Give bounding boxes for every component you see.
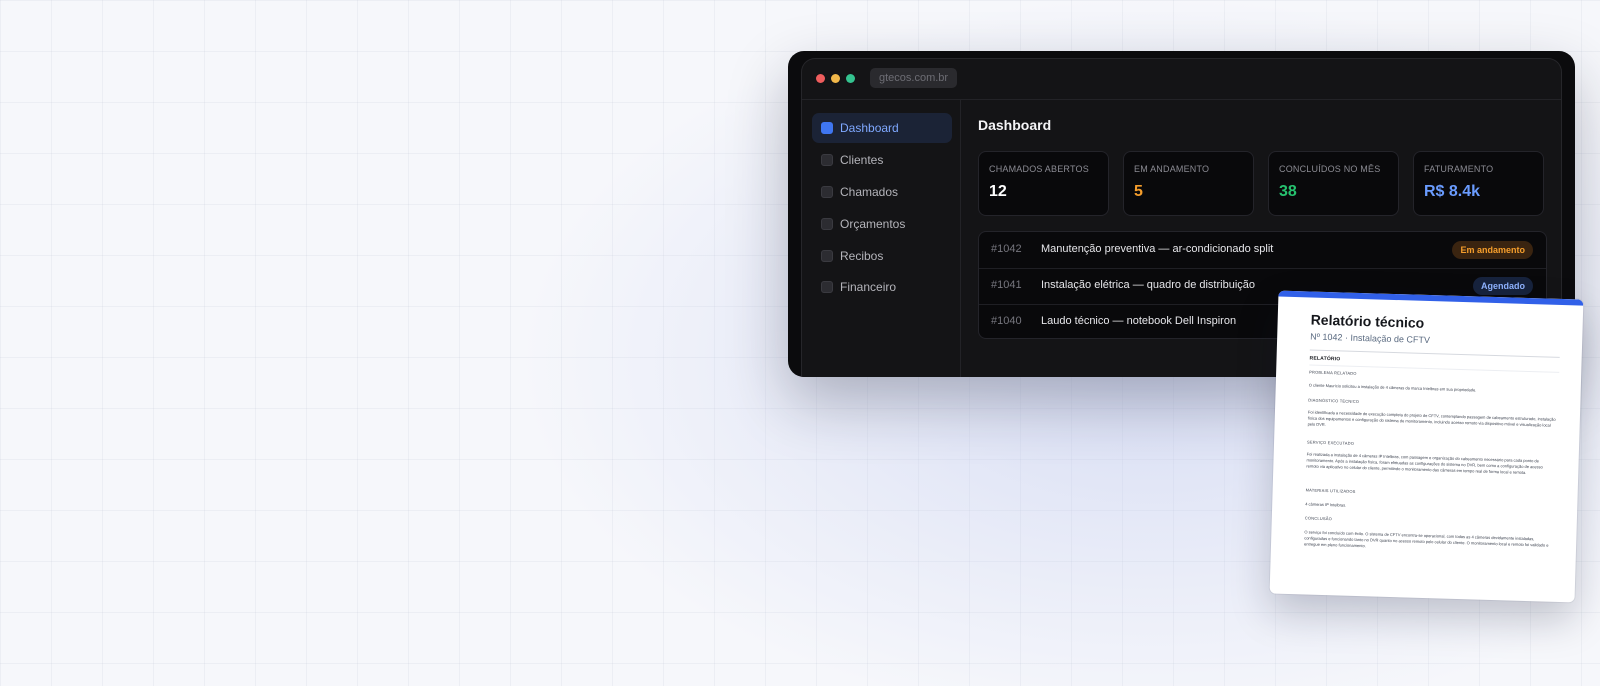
stat-label: CHAMADOS ABERTOS	[989, 164, 1089, 174]
ticket-id: #1042	[991, 243, 1022, 255]
stat-card-concluidos-no-mes: CONCLUÍDOS NO MÊS 38	[1268, 151, 1399, 216]
report-block-heading: MATERIAIS UTILIZADOS	[1305, 487, 1356, 494]
sidebar-item-label: Orçamentos	[840, 217, 906, 231]
report-section-title: RELATÓRIO	[1309, 355, 1341, 363]
stat-card-faturamento: FATURAMENTO R$ 8.4k	[1413, 151, 1544, 216]
ticket-title: Laudo técnico — notebook Dell Inspiron	[1041, 315, 1237, 327]
report-document: Relatório técnico Nº 1042 · Instalação d…	[1269, 290, 1584, 603]
stat-card-chamados-abertos: CHAMADOS ABERTOS 12	[978, 151, 1109, 216]
report-block-text: O serviço foi concluído com êxito. O sis…	[1303, 529, 1549, 549]
minimize-window-dot[interactable]	[831, 74, 840, 83]
sidebar-item-dashboard[interactable]: Dashboard	[812, 113, 952, 143]
sidebar-item-label: Recibos	[840, 249, 884, 263]
report-block-text: 4 câmeras IP Intelbras.	[1305, 501, 1347, 508]
sidebar-item-orcamentos[interactable]: Orçamentos	[812, 209, 952, 239]
stat-label: EM ANDAMENTO	[1134, 164, 1210, 174]
stat-value: R$ 8.4k	[1424, 183, 1481, 200]
report-block-text: O cliente Maurício solicitou a instalaçã…	[1308, 382, 1477, 393]
report-block-text: Foi identificada a necessidade de execuç…	[1307, 409, 1556, 428]
report-subtitle: Nº 1042 · Instalação de CFTV	[1310, 331, 1431, 346]
sidebar-item-financeiro[interactable]: Financeiro	[812, 272, 952, 302]
report-block-heading: CONCLUSÃO	[1304, 515, 1333, 522]
stat-value: 38	[1279, 183, 1297, 200]
sidebar-item-chamados[interactable]: Chamados	[812, 177, 952, 207]
window-titlebar: gtecos.com.br	[802, 59, 1561, 100]
report-block-heading: SERVIÇO EXECUTADO	[1307, 439, 1355, 446]
sidebar-item-clientes[interactable]: Clientes	[812, 145, 952, 175]
ticket-title: Instalação elétrica — quadro de distribu…	[1041, 279, 1256, 291]
financeiro-icon	[821, 281, 833, 293]
sidebar-item-label: Dashboard	[840, 121, 899, 135]
address-bar[interactable]: gtecos.com.br	[870, 68, 958, 88]
status-badge: Em andamento	[1452, 241, 1533, 259]
status-badge: Agendado	[1473, 277, 1533, 295]
page-title: Dashboard	[978, 117, 1052, 133]
maximize-window-dot[interactable]	[846, 74, 855, 83]
sidebar-item-label: Clientes	[840, 153, 884, 167]
sidebar-item-recibos[interactable]: Recibos	[812, 241, 952, 271]
report-block-text: Foi realizada a instalação de 4 câmeras …	[1306, 451, 1543, 476]
report-title: Relatório técnico	[1310, 311, 1425, 331]
stat-card-em-andamento: EM ANDAMENTO 5	[1123, 151, 1254, 216]
ticket-id: #1041	[991, 279, 1022, 291]
ticket-row[interactable]: #1042 Manutenção preventiva — ar-condici…	[979, 232, 1546, 269]
close-window-dot[interactable]	[816, 74, 825, 83]
dashboard-icon	[821, 122, 833, 134]
ticket-id: #1040	[991, 315, 1022, 327]
sidebar-item-label: Financeiro	[840, 280, 897, 294]
chamados-icon	[821, 186, 833, 198]
stat-label: CONCLUÍDOS NO MÊS	[1279, 164, 1381, 174]
recibos-icon	[821, 250, 833, 262]
report-block-heading: DIAGNÓSTICO TÉCNICO	[1308, 397, 1360, 404]
stat-label: FATURAMENTO	[1424, 164, 1494, 174]
sidebar-item-label: Chamados	[840, 185, 899, 199]
stat-value: 5	[1134, 183, 1143, 200]
clientes-icon	[821, 154, 833, 166]
sidebar: Dashboard Clientes Chamados Orçamentos R…	[802, 100, 961, 377]
orcamentos-icon	[821, 218, 833, 230]
report-divider	[1309, 349, 1560, 358]
ticket-title: Manutenção preventiva — ar-condicionado …	[1041, 243, 1274, 255]
stat-value: 12	[989, 183, 1007, 200]
